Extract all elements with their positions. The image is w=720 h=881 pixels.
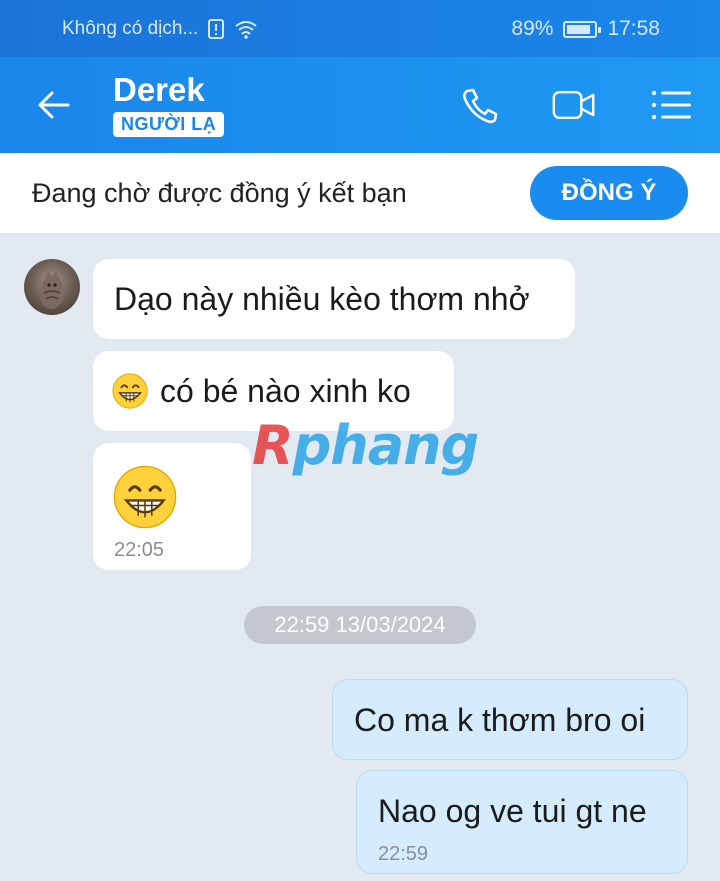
- message-bubble[interactable]: Dạo này nhiều kèo thơm nhở: [93, 259, 575, 339]
- alert-sim-icon: [208, 19, 225, 39]
- grinning-face-icon: [113, 465, 177, 529]
- back-arrow-icon[interactable]: [34, 85, 74, 125]
- date-divider: 22:59 13/03/2024: [244, 606, 476, 644]
- friend-request-text: Đang chờ được đồng ý kết bạn: [32, 178, 407, 208]
- message-text: Co ma k thơm bro oi: [354, 702, 646, 738]
- friend-request-bar: Đang chờ được đồng ý kết bạn ĐỒNG Ý: [0, 153, 720, 233]
- battery-percent: 89%: [511, 17, 554, 40]
- message-bubble[interactable]: 22:05: [93, 443, 251, 570]
- status-bar: Không có dịch... 89% 17:58: [0, 0, 720, 57]
- clock: 17:58: [607, 17, 660, 40]
- chat-header: Derek NGƯỜI LẠ: [0, 57, 720, 153]
- carrier-text: Không có dịch...: [62, 18, 199, 39]
- cat-avatar-image: [40, 271, 64, 309]
- battery-icon: [563, 20, 602, 38]
- grinning-face-icon: [112, 373, 148, 409]
- accept-friend-button[interactable]: ĐỒNG Ý: [530, 166, 688, 220]
- contact-name[interactable]: Derek: [113, 71, 205, 109]
- watermark-logo: Rphang: [252, 414, 479, 477]
- my-message-bubble[interactable]: Nao og ve tui gt ne 22:59: [356, 770, 688, 874]
- wifi-icon: [235, 21, 257, 39]
- phone-icon[interactable]: [458, 85, 502, 125]
- video-call-icon[interactable]: [552, 85, 596, 125]
- avatar[interactable]: [24, 259, 80, 315]
- message-text: có bé nào xinh ko: [160, 373, 411, 409]
- status-bar-left: Không có dịch...: [62, 18, 258, 40]
- message-text: Nao og ve tui gt ne: [378, 793, 647, 829]
- message-text: Dạo này nhiều kèo thơm nhở: [114, 281, 530, 317]
- menu-icon[interactable]: [650, 85, 694, 125]
- message-time: 22:59: [378, 843, 429, 865]
- my-message-bubble[interactable]: Co ma k thơm bro oi: [332, 679, 688, 760]
- stranger-badge: NGƯỜI LẠ: [113, 112, 225, 137]
- message-time: 22:05: [114, 539, 165, 561]
- status-bar-right: 89% 17:58: [511, 17, 660, 41]
